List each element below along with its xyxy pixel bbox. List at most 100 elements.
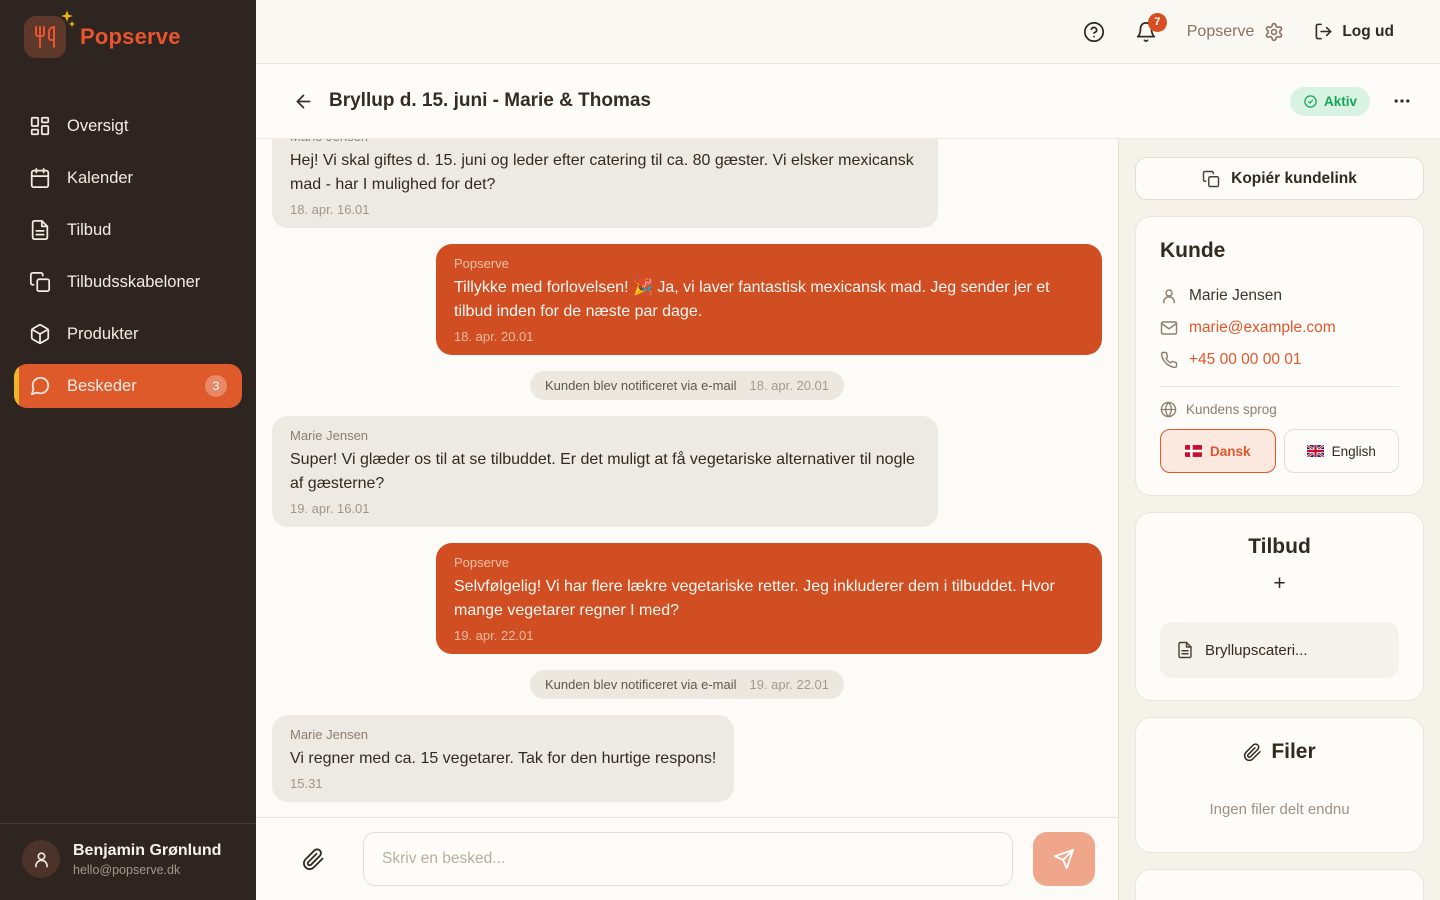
message-text: Tillykke med forlovelsen! 🎉 Ja, vi laver…: [454, 276, 1084, 324]
offers-card: Tilbud + Bryllupscateri...: [1135, 512, 1424, 701]
message-timestamp: 15.31: [290, 775, 716, 792]
message-sender: Popserve: [454, 555, 1084, 571]
chat-bubble-icon: [29, 375, 51, 397]
message-sender: Marie Jensen: [290, 139, 920, 145]
message-customer: Marie Jensen Hej! Vi skal giftes d. 15. …: [272, 139, 938, 228]
sidebar-item-beskeder[interactable]: Beskeder 3: [14, 364, 242, 408]
message-timestamp: 18. apr. 16.01: [290, 201, 920, 218]
more-options-button[interactable]: [1392, 91, 1412, 111]
system-notice-timestamp: 19. apr. 22.01: [749, 677, 829, 692]
sidebar-item-kalender[interactable]: Kalender: [14, 156, 242, 200]
message-input[interactable]: [363, 832, 1013, 886]
sidebar-item-tilbud[interactable]: Tilbud: [14, 208, 242, 252]
language-option-english[interactable]: English: [1284, 429, 1400, 473]
message-text: Super! Vi glæder os til at se tilbuddet.…: [290, 448, 920, 496]
send-button[interactable]: [1033, 832, 1095, 886]
paperclip-icon: [1243, 743, 1262, 762]
message-customer: Marie Jensen Vi regner med ca. 15 vegeta…: [272, 715, 734, 802]
notification-count-badge: 7: [1148, 13, 1167, 32]
customer-card: Kunde Marie Jensen marie@example.com +45…: [1135, 216, 1424, 496]
uk-flag-icon: [1307, 445, 1324, 457]
user-icon: [1160, 287, 1178, 305]
system-notice: Kunden blev notificeret via e-mail 18. a…: [530, 371, 844, 400]
sidebar-item-label: Produkter: [67, 325, 139, 344]
document-icon: [1176, 641, 1194, 659]
language-option-label: Dansk: [1210, 444, 1251, 459]
phone-icon: [1160, 351, 1178, 369]
customer-phone-row: +45 00 00 00 01: [1160, 351, 1399, 369]
logout-icon: [1314, 22, 1333, 41]
message-business: Popserve Selvfølgelig! Vi har flere lækr…: [436, 543, 1102, 654]
page-title: Bryllup d. 15. juni - Marie & Thomas: [329, 90, 651, 112]
add-offer-button[interactable]: +: [1273, 573, 1285, 594]
next-card-partial: [1135, 869, 1424, 900]
notifications-button[interactable]: 7: [1135, 21, 1157, 43]
message-business: Popserve Tillykke med forlovelsen! 🎉 Ja,…: [436, 244, 1102, 355]
details-panel: Kopiér kundelink Kunde Marie Jensen mari…: [1119, 139, 1440, 900]
offer-file-name: Bryllupscateri...: [1205, 642, 1308, 659]
files-empty-text: Ingen filer delt endnu: [1160, 801, 1399, 818]
paperclip-icon: [302, 848, 325, 871]
status-label: Aktiv: [1324, 94, 1357, 109]
customer-name-row: Marie Jensen: [1160, 287, 1399, 305]
user-profile: Benjamin Grønlund hello@popserve.dk: [0, 823, 256, 900]
user-info: Benjamin Grønlund hello@popserve.dk: [73, 842, 221, 877]
dashboard-grid-icon: [29, 115, 51, 137]
user-email: hello@popserve.dk: [73, 863, 221, 877]
workspace-settings[interactable]: Popserve: [1187, 22, 1285, 42]
message-sender: Marie Jensen: [290, 727, 716, 743]
logout-button[interactable]: Log ud: [1314, 22, 1394, 41]
check-circle-icon: [1303, 94, 1318, 109]
calendar-icon: [29, 167, 51, 189]
chat-column: Marie Jensen Hej! Vi skal giftes d. 15. …: [256, 139, 1119, 900]
sidebar-item-label: Tilbud: [67, 221, 111, 240]
user-icon: [32, 850, 51, 869]
attach-file-button[interactable]: [302, 848, 325, 871]
main-area: 7 Popserve Log ud Bryllup d. 15. juni - …: [256, 0, 1440, 900]
danish-flag-icon: [1185, 445, 1202, 457]
message-text: Hej! Vi skal giftes d. 15. juni og leder…: [290, 149, 920, 197]
message-timestamp: 19. apr. 16.01: [290, 500, 920, 517]
message-list[interactable]: Marie Jensen Hej! Vi skal giftes d. 15. …: [256, 139, 1118, 817]
message-customer: Marie Jensen Super! Vi glæder os til at …: [272, 416, 938, 527]
brand-logo-link[interactable]: Popserve: [0, 4, 256, 70]
system-notice-text: Kunden blev notificeret via e-mail: [545, 677, 737, 692]
arrow-left-icon: [293, 91, 314, 112]
logout-label: Log ud: [1342, 23, 1394, 41]
sidebar-item-label: Kalender: [67, 169, 133, 188]
offer-file-item[interactable]: Bryllupscateri...: [1160, 622, 1399, 678]
copy-icon: [29, 271, 51, 293]
offers-card-title: Tilbud: [1160, 535, 1399, 559]
help-icon: [1083, 21, 1105, 43]
message-timestamp: 18. apr. 20.01: [454, 328, 1084, 345]
send-icon: [1053, 848, 1075, 870]
language-option-label: English: [1332, 444, 1376, 459]
customer-phone-link[interactable]: +45 00 00 00 01: [1189, 351, 1301, 369]
back-button[interactable]: [293, 91, 314, 112]
customer-card-title: Kunde: [1160, 239, 1399, 263]
customer-email-link[interactable]: marie@example.com: [1189, 319, 1336, 337]
message-sender: Popserve: [454, 256, 1084, 272]
brand-logo-icon: [24, 16, 66, 58]
ellipsis-icon: [1392, 91, 1412, 111]
brand-name: Popserve: [80, 24, 181, 50]
customer-email-row: marie@example.com: [1160, 319, 1399, 337]
message-text: Selvfølgelig! Vi har flere lækre vegetar…: [454, 575, 1084, 623]
files-card-title: Filer: [1271, 740, 1315, 764]
sidebar: Popserve Oversigt Kalender Tilbud Tilbud…: [0, 0, 256, 900]
customer-language-label: Kundens sprog: [1186, 402, 1277, 417]
divider: [1160, 386, 1399, 387]
gear-icon: [1264, 22, 1284, 42]
copy-customer-link-button[interactable]: Kopiér kundelink: [1135, 157, 1424, 200]
language-toggle: Dansk English: [1160, 429, 1399, 473]
sidebar-item-label: Oversigt: [67, 117, 128, 136]
message-composer: [256, 817, 1118, 900]
sidebar-item-tilbudsskabeloner[interactable]: Tilbudsskabeloner: [14, 260, 242, 304]
language-option-dansk[interactable]: Dansk: [1160, 429, 1276, 473]
sidebar-item-produkter[interactable]: Produkter: [14, 312, 242, 356]
message-text: Vi regner med ca. 15 vegetarer. Tak for …: [290, 747, 716, 771]
sparkle-icon: [68, 20, 76, 28]
sidebar-item-oversigt[interactable]: Oversigt: [14, 104, 242, 148]
customer-name: Marie Jensen: [1189, 287, 1282, 305]
help-button[interactable]: [1083, 21, 1105, 43]
